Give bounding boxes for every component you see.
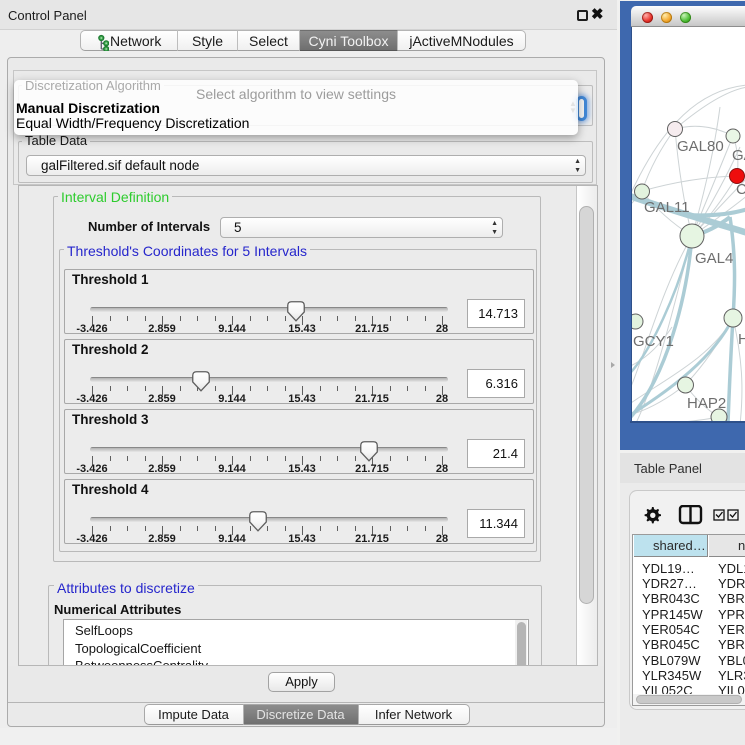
svg-text:C: C bbox=[736, 181, 745, 198]
svg-text:H: H bbox=[738, 331, 745, 348]
svg-text:GAL80: GAL80 bbox=[677, 138, 724, 155]
svg-text:GAL4: GAL4 bbox=[695, 250, 733, 267]
svg-text:GAL11: GAL11 bbox=[644, 199, 690, 216]
svg-text:HAP2: HAP2 bbox=[687, 395, 726, 412]
svg-text:GCY1: GCY1 bbox=[633, 333, 674, 350]
svg-text:GA: GA bbox=[732, 147, 745, 164]
